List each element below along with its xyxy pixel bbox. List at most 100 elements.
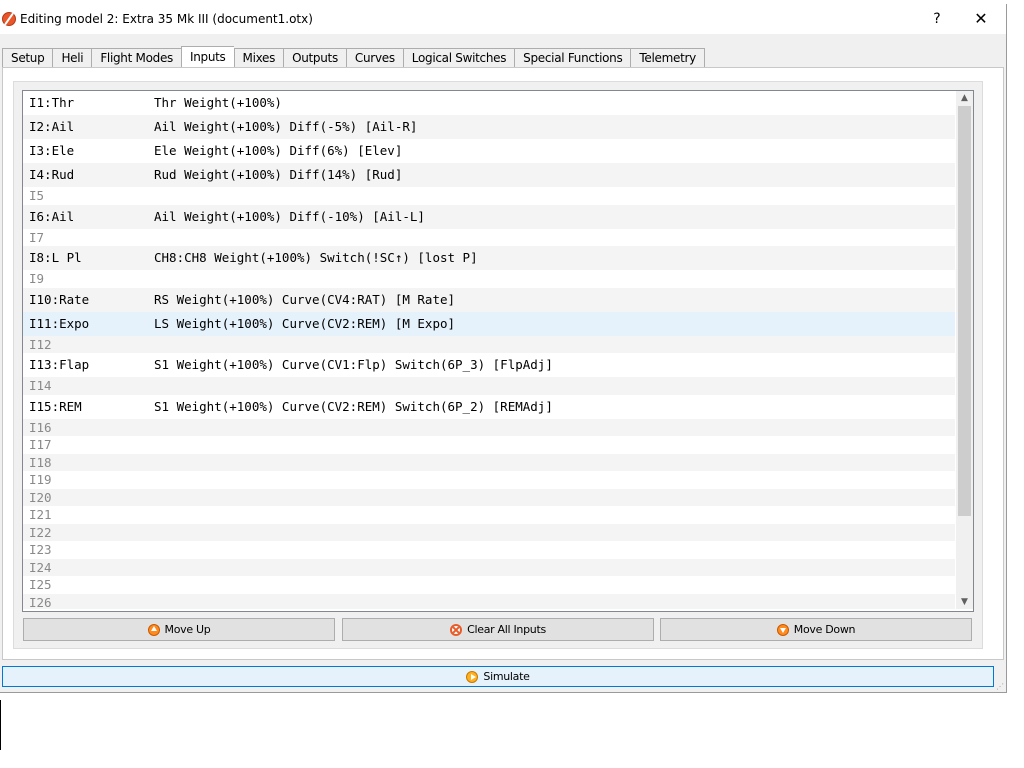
input-row[interactable]: I21 <box>23 506 955 524</box>
input-id: I16 <box>29 419 52 435</box>
input-id: I23 <box>29 542 52 557</box>
input-row[interactable]: I20 <box>23 488 955 506</box>
inputs-group: I1:Thr Thr Weight(+100%) I2:Ail Ail Weight(… <box>13 81 983 649</box>
input-id: I12 <box>29 336 52 352</box>
resize-grip-icon[interactable]: ⋰ <box>996 682 1004 691</box>
input-id: I20 <box>29 489 52 505</box>
input-id: I25 <box>29 577 52 592</box>
input-id: I1:Thr <box>29 95 75 110</box>
clear-all-inputs-button[interactable]: Clear All Inputs <box>342 618 654 641</box>
scroll-up-icon[interactable]: ▲ <box>956 91 973 105</box>
input-id: I2:Ail <box>29 119 75 134</box>
close-icon[interactable]: ✕ <box>966 8 996 30</box>
input-row[interactable]: I14 <box>23 377 955 395</box>
move-up-button[interactable]: Move Up <box>23 618 335 641</box>
tab-heli[interactable]: Heli <box>52 48 92 69</box>
input-row[interactable]: I16 <box>23 418 955 436</box>
help-button[interactable]: ? <box>922 8 952 30</box>
input-row[interactable]: I10:Rate RS Weight(+100%) Curve(CV4:RAT) … <box>23 287 955 312</box>
tab-logical-switches[interactable]: Logical Switches <box>402 48 515 69</box>
scroll-down-icon[interactable]: ▼ <box>956 595 973 609</box>
app-logo-icon <box>2 12 16 26</box>
input-description: CH8:CH8 Weight(+100%) Switch(!SC↑) [lost… <box>154 250 478 265</box>
vertical-scrollbar[interactable]: ▲ ▼ <box>956 91 973 609</box>
arrow-up-circle-icon <box>147 623 160 636</box>
input-row[interactable]: I19 <box>23 471 955 489</box>
input-id: I11:Expo <box>29 315 90 331</box>
tab-special-functions[interactable]: Special Functions <box>514 48 631 69</box>
input-row[interactable]: I24 <box>23 558 955 576</box>
input-id: I13:Flap <box>29 357 90 372</box>
input-id: I19 <box>29 472 52 487</box>
input-id: I10:Rate <box>29 291 90 307</box>
inputs-rows: I1:Thr Thr Weight(+100%) I2:Ail Ail Weight(… <box>23 91 955 609</box>
simulate-label: Simulate <box>483 670 530 683</box>
tab-mixes[interactable]: Mixes <box>233 48 284 69</box>
input-row[interactable]: I22 <box>23 523 955 541</box>
input-id: I17 <box>29 437 52 452</box>
text-caret <box>0 700 1 750</box>
input-id: I24 <box>29 559 52 575</box>
input-row[interactable]: I18 <box>23 453 955 471</box>
input-row[interactable]: I15:REM S1 Weight(+100%) Curve(CV2:REM) S… <box>23 395 955 419</box>
input-row[interactable]: I26 <box>23 593 955 610</box>
input-description: RS Weight(+100%) Curve(CV4:RAT) [M Rate] <box>154 291 456 307</box>
input-row[interactable]: I23 <box>23 541 955 559</box>
tab-flight-modes[interactable]: Flight Modes <box>91 48 181 69</box>
input-description: Ail Weight(+100%) Diff(-10%) [Ail-L] <box>154 208 425 224</box>
clear-all-label: Clear All Inputs <box>467 623 546 636</box>
window-title: Editing model 2: Extra 35 Mk III (docume… <box>20 12 313 26</box>
input-row[interactable]: I25 <box>23 576 955 594</box>
title-bar: Editing model 2: Extra 35 Mk III (docume… <box>0 4 1006 34</box>
input-id: I26 <box>29 594 52 610</box>
input-id: I14 <box>29 378 52 393</box>
input-description: Rud Weight(+100%) Diff(14%) [Rud] <box>154 167 403 182</box>
input-id: I18 <box>29 454 52 470</box>
input-id: I22 <box>29 524 52 540</box>
input-row[interactable]: I11:Expo LS Weight(+100%) Curve(CV2:REM) … <box>23 311 955 336</box>
input-row[interactable]: I13:Flap S1 Weight(+100%) Curve(CV1:Flp) … <box>23 353 955 377</box>
tab-bar: Setup Heli Flight Modes Inputs Mixes Outputs C… <box>2 46 705 69</box>
move-down-button[interactable]: Move Down <box>660 618 972 641</box>
input-id: I8:L Pl <box>29 250 82 265</box>
input-row[interactable]: I1:Thr Thr Weight(+100%) <box>23 91 955 115</box>
tab-outputs[interactable]: Outputs <box>283 48 346 69</box>
simulate-button[interactable]: Simulate <box>2 666 994 687</box>
scroll-thumb[interactable] <box>958 106 971 516</box>
input-id: I3:Ele <box>29 143 75 158</box>
input-description: LS Weight(+100%) Curve(CV2:REM) [M Expo] <box>154 315 456 331</box>
input-description: Ail Weight(+100%) Diff(-5%) [Ail-R] <box>154 119 418 134</box>
tab-telemetry[interactable]: Telemetry <box>630 48 705 69</box>
input-description: Ele Weight(+100%) Diff(6%) [Elev] <box>154 143 403 158</box>
input-row[interactable]: I12 <box>23 335 955 353</box>
inputs-list[interactable]: I1:Thr Thr Weight(+100%) I2:Ail Ail Weight(… <box>22 90 974 612</box>
input-row[interactable]: I4:Rud Rud Weight(+100%) Diff(14%) [Rud] <box>23 163 955 187</box>
input-row[interactable]: I17 <box>23 436 955 454</box>
input-row[interactable]: I7 <box>23 229 955 247</box>
input-row[interactable]: I9 <box>23 270 955 288</box>
input-id: I9 <box>29 271 45 286</box>
input-row[interactable]: I3:Ele Ele Weight(+100%) Diff(6%) [Elev] <box>23 139 955 163</box>
input-row[interactable]: I8:L Pl CH8:CH8 Weight(+100%) Switch(!SC↑… <box>23 246 955 270</box>
input-id: I15:REM <box>29 398 82 414</box>
input-description: Thr Weight(+100%) <box>154 95 282 110</box>
input-id: I7 <box>29 229 45 245</box>
tab-curves[interactable]: Curves <box>345 48 403 69</box>
tab-inputs[interactable]: Inputs <box>180 46 234 69</box>
play-circle-icon <box>466 670 479 683</box>
editor-window: Editing model 2: Extra 35 Mk III (docume… <box>0 4 1007 693</box>
inputs-pane: I1:Thr Thr Weight(+100%) I2:Ail Ail Weight(… <box>2 67 1004 660</box>
arrow-down-circle-icon <box>776 623 789 636</box>
tab-setup[interactable]: Setup <box>2 48 53 69</box>
input-id: I4:Rud <box>29 167 75 182</box>
input-row[interactable]: I5 <box>23 187 955 205</box>
input-id: I5 <box>29 188 45 203</box>
input-row[interactable]: I2:Ail Ail Weight(+100%) Diff(-5%) [Ail-R… <box>23 115 955 139</box>
input-row[interactable]: I6:Ail Ail Weight(+100%) Diff(-10%) [Ail-… <box>23 204 955 229</box>
input-description: S1 Weight(+100%) Curve(CV2:REM) Switch(6… <box>154 398 553 414</box>
input-id: I21 <box>29 507 52 522</box>
move-down-label: Move Down <box>793 623 856 636</box>
x-circle-icon <box>450 623 463 636</box>
input-id: I6:Ail <box>29 208 75 224</box>
input-description: S1 Weight(+100%) Curve(CV1:Flp) Switch(6… <box>154 357 553 372</box>
